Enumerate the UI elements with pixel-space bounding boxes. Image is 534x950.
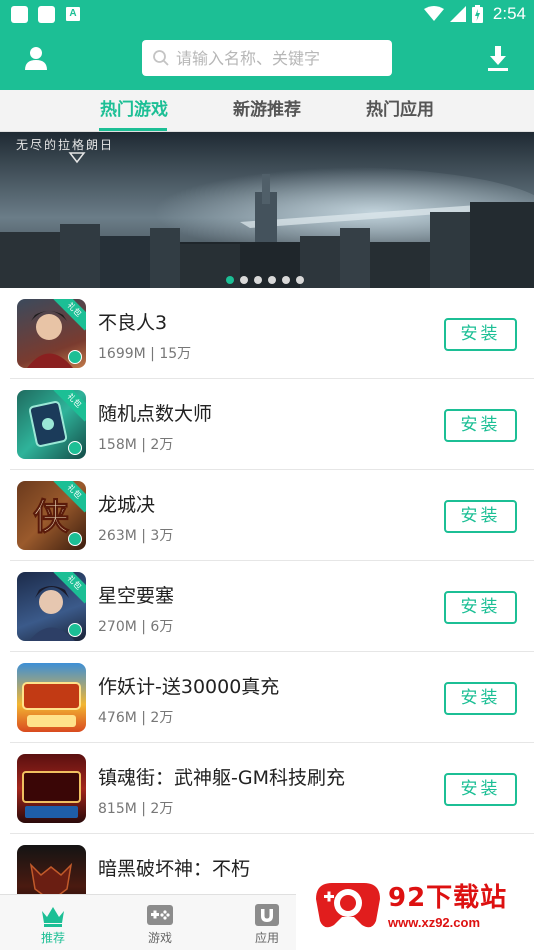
install-button[interactable]: 安装 bbox=[444, 682, 517, 715]
app-name: 龙城决 bbox=[98, 494, 156, 516]
user-profile-button[interactable] bbox=[20, 42, 52, 74]
tab-hot-apps[interactable]: 热门应用 bbox=[358, 90, 442, 132]
carousel-dot[interactable] bbox=[296, 276, 304, 284]
banner-artwork bbox=[0, 132, 534, 288]
search-box[interactable] bbox=[142, 40, 392, 76]
app-icon: 侠 礼包 bbox=[17, 481, 86, 550]
nav-label: 应用 bbox=[254, 931, 279, 945]
status-bar: A 2:54 bbox=[0, 0, 534, 28]
app-icon: 礼包 bbox=[17, 572, 86, 641]
crown-icon bbox=[42, 907, 64, 927]
app-name: 镇魂街：武神躯-GM科技刷充 bbox=[98, 767, 345, 789]
nav-games[interactable]: 游戏 bbox=[130, 895, 190, 950]
nav-label: 游戏 bbox=[147, 931, 172, 945]
app-name: 随机点数大师 bbox=[98, 403, 213, 425]
app-size-downloads: 158M | 2万 bbox=[98, 437, 174, 453]
svg-text:侠: 侠 bbox=[33, 496, 70, 538]
list-item[interactable]: 礼包 随机点数大师 158M | 2万 安装 bbox=[10, 379, 534, 470]
tab-hot-games[interactable]: 热门游戏 bbox=[92, 90, 176, 132]
verified-icon bbox=[68, 350, 82, 364]
app-name: 不良人3 bbox=[98, 312, 168, 334]
download-icon bbox=[488, 46, 508, 71]
app-size-downloads: 270M | 6万 bbox=[98, 619, 174, 635]
signal-icon bbox=[449, 6, 466, 22]
app-notification-icon: A bbox=[66, 7, 80, 21]
site-watermark: 92下载站 www.xz92.com bbox=[296, 855, 534, 950]
app-name: 作妖计-送30000真充 bbox=[98, 676, 280, 698]
list-item[interactable]: 礼包 不良人3 1699M | 15万 安装 bbox=[10, 288, 534, 379]
notification-icon bbox=[11, 6, 28, 23]
magnet-icon bbox=[255, 904, 279, 926]
app-size-downloads: 263M | 3万 bbox=[98, 528, 174, 544]
status-time: 2:54 bbox=[492, 4, 526, 23]
promo-banner[interactable]: 无尽的拉格朗日 bbox=[0, 132, 534, 288]
install-button[interactable]: 安装 bbox=[444, 409, 517, 442]
gamepad-logo-icon bbox=[316, 883, 380, 928]
banner-title: 无尽的拉格朗日 bbox=[16, 138, 115, 152]
notification-icon bbox=[38, 6, 55, 23]
app-name: 暗黑破坏神：不朽 bbox=[98, 858, 251, 880]
nav-apps[interactable]: 应用 bbox=[237, 895, 297, 950]
list-item[interactable]: 礼包 星空要塞 270M | 6万 安装 bbox=[10, 561, 534, 652]
app-size-downloads: 476M | 2万 bbox=[98, 710, 174, 726]
app-icon bbox=[17, 663, 86, 732]
app-size-downloads: 815M | 2万 bbox=[98, 801, 174, 817]
install-button[interactable]: 安装 bbox=[444, 500, 517, 533]
nav-label: 推荐 bbox=[40, 931, 65, 945]
install-button[interactable]: 安装 bbox=[444, 318, 517, 351]
watermark-brand: 92下载站 bbox=[388, 883, 508, 913]
banner-pagination bbox=[226, 276, 304, 284]
active-tab-indicator bbox=[99, 128, 167, 131]
app-size-downloads: 1699M | 15万 bbox=[98, 346, 192, 362]
download-manager-button[interactable] bbox=[482, 42, 514, 74]
carousel-dot[interactable] bbox=[268, 276, 276, 284]
install-button[interactable]: 安装 bbox=[444, 773, 517, 806]
user-icon bbox=[25, 47, 47, 70]
list-item[interactable]: 作妖计-送30000真充 476M | 2万 安装 bbox=[10, 652, 534, 743]
diablo-icon bbox=[29, 862, 73, 894]
carousel-dot[interactable] bbox=[226, 276, 234, 284]
search-icon bbox=[153, 50, 169, 66]
watermark-url: www.xz92.com bbox=[388, 915, 480, 930]
app-icon: 礼包 bbox=[17, 390, 86, 459]
verified-icon bbox=[68, 623, 82, 637]
verified-icon bbox=[68, 532, 82, 546]
carousel-dot[interactable] bbox=[254, 276, 262, 284]
carousel-dot[interactable] bbox=[282, 276, 290, 284]
list-item[interactable]: 镇魂街：武神躯-GM科技刷充 815M | 2万 安装 bbox=[10, 743, 534, 834]
app-header bbox=[0, 28, 534, 90]
tab-new-games[interactable]: 新游推荐 bbox=[225, 90, 309, 132]
search-input[interactable] bbox=[176, 48, 376, 68]
category-tabs: 热门游戏 新游推荐 热门应用 bbox=[0, 90, 534, 132]
nav-recommend[interactable]: 推荐 bbox=[23, 895, 83, 950]
verified-icon bbox=[68, 441, 82, 455]
carousel-dot[interactable] bbox=[240, 276, 248, 284]
app-icon bbox=[17, 845, 86, 894]
zuoyaoji-logo-icon bbox=[22, 682, 81, 727]
app-name: 星空要塞 bbox=[98, 585, 175, 607]
battery-icon bbox=[471, 5, 483, 23]
app-list: 礼包 不良人3 1699M | 15万 安装 礼包 随机点数大师 158M | … bbox=[0, 288, 534, 894]
list-item[interactable]: 侠 礼包 龙城决 263M | 3万 安装 bbox=[10, 470, 534, 561]
install-button[interactable]: 安装 bbox=[444, 591, 517, 624]
gamepad-icon bbox=[147, 905, 173, 925]
app-icon bbox=[17, 754, 86, 823]
wifi-icon bbox=[423, 6, 444, 21]
app-icon: 礼包 bbox=[17, 299, 86, 368]
zhenhunjie-logo-icon bbox=[22, 771, 81, 818]
